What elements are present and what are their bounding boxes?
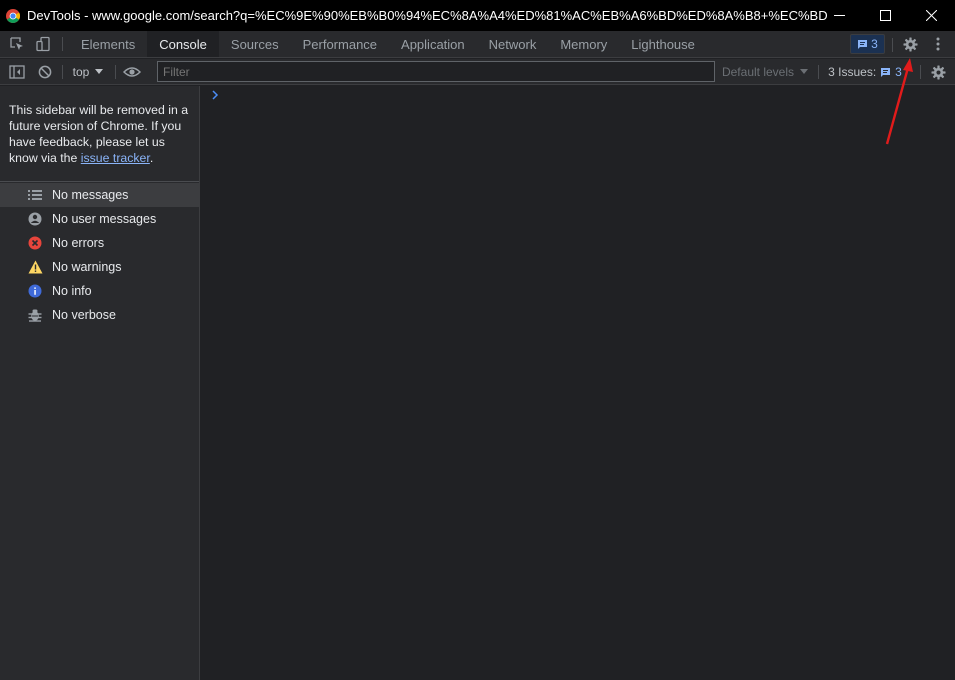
chrome-logo-icon bbox=[6, 8, 20, 23]
tab-performance[interactable]: Performance bbox=[291, 31, 389, 57]
window-title: DevTools - www.google.com/search?q=%EC%9… bbox=[27, 8, 827, 23]
sidebar-item-label: No user messages bbox=[52, 212, 157, 226]
filter-input[interactable] bbox=[157, 61, 715, 82]
sidebar-item-warnings[interactable]: No warnings bbox=[0, 255, 199, 279]
issues-badge-count: 3 bbox=[871, 37, 878, 51]
sidebar-item-label: No verbose bbox=[52, 308, 116, 322]
issue-tracker-link[interactable]: issue tracker bbox=[81, 151, 150, 165]
console-toolbar: top Default levels 3 Issues: 3 bbox=[0, 59, 955, 85]
user-icon bbox=[26, 210, 44, 228]
console-output[interactable] bbox=[201, 86, 955, 680]
tab-network[interactable]: Network bbox=[477, 31, 549, 57]
maximize-button[interactable] bbox=[862, 0, 908, 31]
tab-lighthouse[interactable]: Lighthouse bbox=[619, 31, 707, 57]
toolbar-divider bbox=[920, 65, 921, 79]
issues-badge-button[interactable]: 3 bbox=[850, 34, 885, 54]
clear-icon bbox=[38, 65, 52, 79]
context-selector[interactable]: top bbox=[66, 59, 110, 85]
clear-console-button[interactable] bbox=[32, 59, 58, 85]
list-icon bbox=[26, 186, 44, 204]
message-filter-list: No messages No user messages No errors N… bbox=[0, 182, 199, 327]
inspect-element-button[interactable] bbox=[4, 31, 30, 57]
close-icon bbox=[925, 10, 937, 21]
dropdown-arrow-icon bbox=[800, 69, 809, 74]
sidebar-item-label: No info bbox=[52, 284, 92, 298]
maximize-icon bbox=[879, 10, 891, 21]
issues-counter-label: 3 Issues: bbox=[828, 65, 877, 79]
device-mode-icon bbox=[36, 36, 50, 52]
devtools-tabbar: Elements Console Sources Performance App… bbox=[0, 31, 955, 58]
issues-counter-value: 3 bbox=[895, 65, 902, 79]
error-icon bbox=[26, 234, 44, 252]
tab-elements[interactable]: Elements bbox=[69, 31, 147, 57]
window-titlebar: DevTools - www.google.com/search?q=%EC%9… bbox=[0, 0, 955, 31]
tab-sources[interactable]: Sources bbox=[219, 31, 291, 57]
more-options-button[interactable] bbox=[926, 32, 950, 56]
sidebar-item-user-messages[interactable]: No user messages bbox=[0, 207, 199, 231]
message-icon bbox=[858, 39, 868, 49]
sidebar-item-messages[interactable]: No messages bbox=[0, 183, 199, 207]
sidebar-item-verbose[interactable]: No verbose bbox=[0, 303, 199, 327]
more-vertical-icon bbox=[936, 37, 940, 51]
toolbar-divider bbox=[818, 65, 819, 79]
tab-console[interactable]: Console bbox=[147, 31, 219, 57]
toggle-sidebar-button[interactable] bbox=[4, 59, 30, 85]
info-icon bbox=[26, 282, 44, 300]
tab-memory[interactable]: Memory bbox=[548, 31, 619, 57]
warning-icon bbox=[26, 258, 44, 276]
console-prompt-chevron-icon bbox=[212, 90, 219, 100]
toolbar-divider bbox=[62, 37, 63, 51]
sidebar-item-label: No warnings bbox=[52, 260, 122, 274]
notice-end: . bbox=[149, 151, 154, 165]
console-sidebar: This sidebar will be removed in a future… bbox=[0, 86, 200, 680]
minimize-icon bbox=[833, 15, 845, 16]
message-icon bbox=[881, 67, 891, 77]
sidebar-item-label: No messages bbox=[52, 188, 129, 202]
console-settings-button[interactable] bbox=[926, 59, 950, 85]
close-window-button[interactable] bbox=[908, 0, 954, 31]
inspect-cursor-icon bbox=[10, 37, 23, 50]
tab-application[interactable]: Application bbox=[389, 31, 477, 57]
gear-icon bbox=[930, 64, 946, 80]
log-levels-dropdown[interactable]: Default levels bbox=[718, 59, 812, 85]
sidebar-deprecation-notice: This sidebar will be removed in a future… bbox=[0, 86, 199, 182]
sidebar-item-errors[interactable]: No errors bbox=[0, 231, 199, 255]
gear-icon bbox=[902, 36, 918, 52]
bug-icon bbox=[26, 306, 44, 324]
toolbar-divider bbox=[892, 38, 893, 52]
device-toolbar-button[interactable] bbox=[30, 31, 56, 57]
toolbar-divider bbox=[115, 65, 116, 79]
dropdown-arrow-icon bbox=[95, 69, 104, 74]
log-levels-label: Default levels bbox=[721, 65, 795, 79]
live-expression-button[interactable] bbox=[119, 59, 145, 85]
sidebar-toggle-icon bbox=[9, 65, 25, 79]
sidebar-item-info[interactable]: No info bbox=[0, 279, 199, 303]
context-value: top bbox=[72, 65, 90, 79]
issues-counter-button[interactable]: 3 Issues: 3 bbox=[822, 59, 908, 85]
minimize-button[interactable] bbox=[816, 0, 862, 31]
sidebar-item-label: No errors bbox=[52, 236, 105, 250]
settings-button[interactable] bbox=[898, 32, 922, 56]
toolbar-divider bbox=[62, 65, 63, 79]
eye-icon bbox=[123, 67, 141, 77]
